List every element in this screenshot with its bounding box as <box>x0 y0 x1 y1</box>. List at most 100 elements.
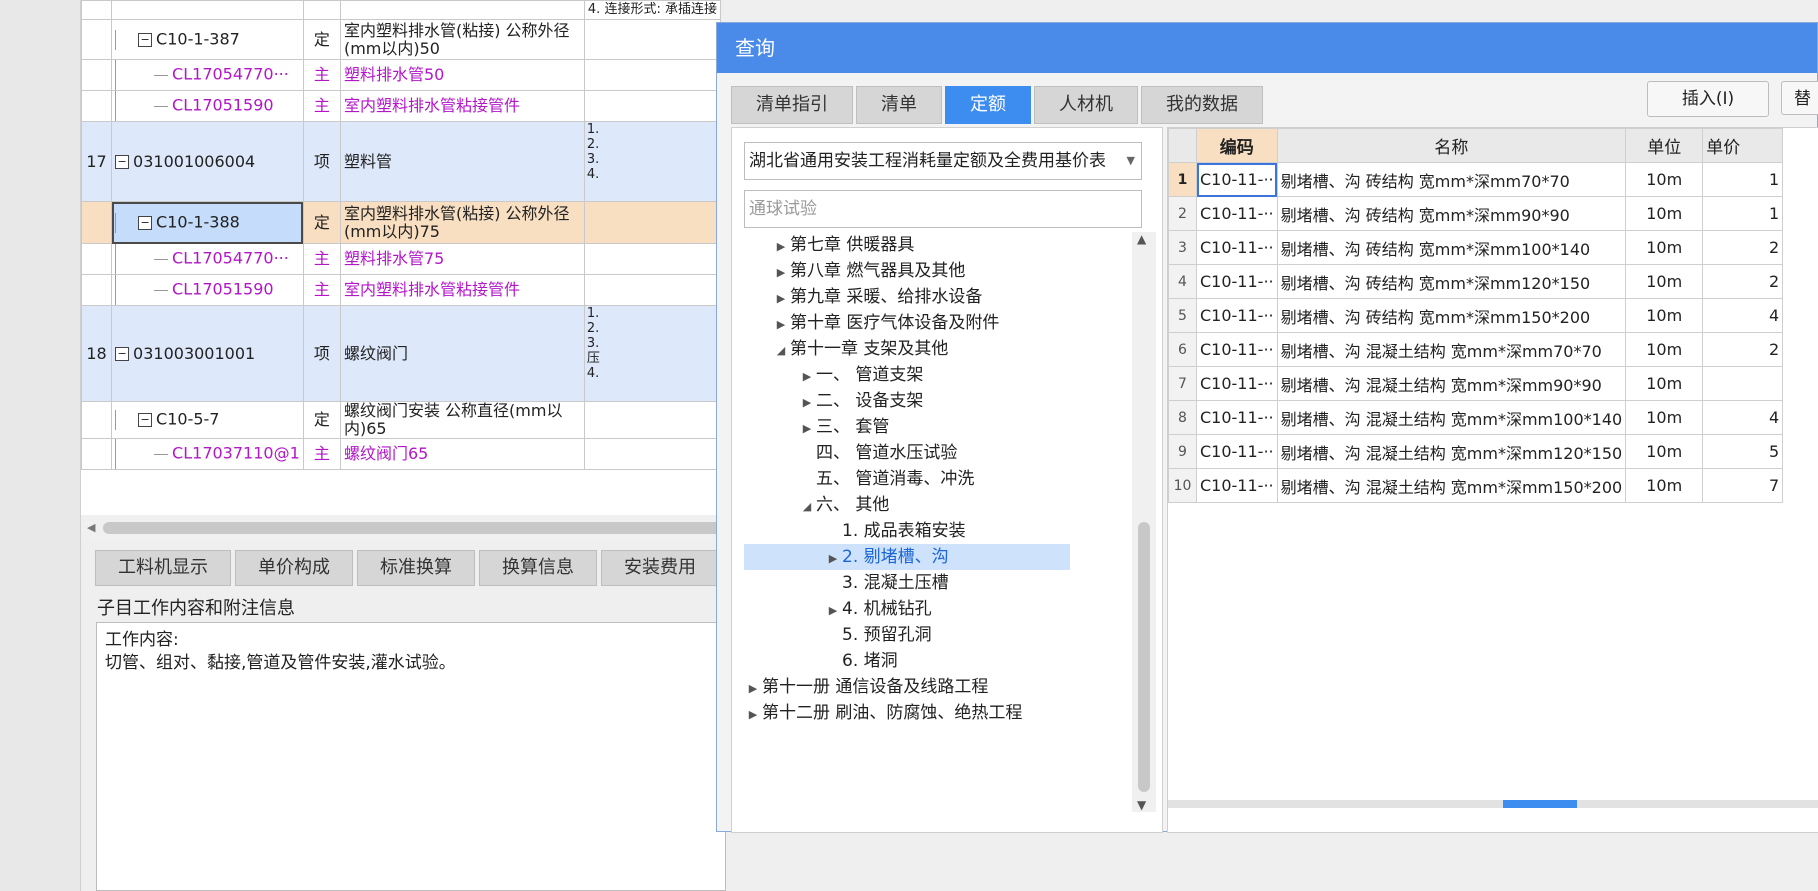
column-header-price[interactable]: 单价 <box>1702 128 1784 163</box>
result-name[interactable]: 剔堵槽、沟 砖结构 宽mm*深mm150*200 <box>1276 298 1627 333</box>
results-horizontal-scrollbar[interactable] <box>1168 800 1818 808</box>
dialog-tab[interactable]: 定额 <box>945 86 1031 124</box>
bottom-tab[interactable]: 单价构成 <box>235 550 353 586</box>
scroll-up-icon[interactable]: ▲ <box>1137 232 1146 246</box>
row-code-cell[interactable]: −031003001001 <box>111 305 304 402</box>
collapse-arrow-icon[interactable]: ◢ <box>772 338 790 364</box>
expand-arrow-icon[interactable]: ▶ <box>798 416 816 442</box>
chevron-down-icon[interactable]: ▼ <box>1122 143 1135 179</box>
table-row[interactable]: CL17051590 主室内塑料排水管粘接管件 <box>81 274 721 306</box>
row-code-cell[interactable]: CL17051590 <box>111 274 304 306</box>
row-code-cell[interactable]: −031001006004 <box>111 121 304 202</box>
result-code[interactable]: C10-11-·· <box>1196 434 1278 469</box>
tree-node[interactable]: 3. 混凝土压槽 <box>744 570 1070 596</box>
tree-node[interactable]: 五、 管道消毒、冲洗 <box>744 466 1070 492</box>
work-content-box[interactable]: 工作内容: 切管、组对、黏接,管道及管件安装,灌水试验。 <box>96 622 726 891</box>
table-row[interactable]: − C10-1-388 定室内塑料排水管(粘接) 公称外径 (mm以内)75 <box>81 201 721 244</box>
bottom-tab[interactable]: 标准换算 <box>357 550 475 586</box>
result-code[interactable]: C10-11-·· <box>1196 468 1278 503</box>
result-row[interactable]: 7 C10-11-·· 剔堵槽、沟 混凝土结构 宽mm*深mm90*90 10m <box>1168 366 1784 401</box>
collapse-icon[interactable]: − <box>138 413 153 427</box>
expand-arrow-icon[interactable]: ▶ <box>772 286 790 312</box>
column-header-code[interactable]: 编码 <box>1196 128 1278 163</box>
result-name[interactable]: 剔堵槽、沟 砖结构 宽mm*深mm90*90 <box>1276 196 1627 231</box>
scrollbar-thumb[interactable] <box>1503 800 1577 808</box>
grid-horizontal-scrollbar[interactable]: ◀ <box>81 515 723 541</box>
result-code[interactable]: C10-11-·· <box>1196 298 1278 333</box>
insert-button[interactable]: 插入(I) <box>1647 81 1769 117</box>
dialog-tab[interactable]: 人材机 <box>1034 86 1138 124</box>
table-row[interactable]: − C10-1-387 定室内塑料排水管(粘接) 公称外径 (mm以内)50 <box>81 19 721 60</box>
expand-arrow-icon[interactable]: ▶ <box>824 598 842 624</box>
table-row[interactable]: CL17037110@1 主螺纹阀门65 <box>81 438 721 470</box>
tree-vertical-scrollbar[interactable]: ▲ ▼ <box>1132 232 1156 812</box>
result-code[interactable]: C10-11-·· <box>1196 264 1278 299</box>
tree-node[interactable]: ▶ 一、 管道支架 <box>744 362 1070 388</box>
bottom-tab[interactable]: 换算信息 <box>479 550 597 586</box>
table-row[interactable]: 18−031003001001 项螺纹阀门 1. 2. 3. 压 4. <box>81 305 721 402</box>
tree-node[interactable]: 1. 成品表箱安装 <box>744 518 1070 544</box>
result-row[interactable]: 6 C10-11-·· 剔堵槽、沟 混凝土结构 宽mm*深mm70*70 10m 2 <box>1168 332 1784 367</box>
row-name[interactable]: 室内塑料排水管粘接管件 <box>339 274 585 306</box>
table-row[interactable]: CL17054770··· 主塑料排水管50 <box>81 59 721 91</box>
row-code-cell[interactable]: − C10-1-388 <box>111 201 304 244</box>
row-code-cell[interactable]: − C10-5-7 <box>111 401 304 439</box>
scroll-down-icon[interactable]: ▼ <box>1137 798 1146 812</box>
result-row[interactable]: 10 C10-11-·· 剔堵槽、沟 混凝土结构 宽mm*深mm150*200 10m… <box>1168 468 1784 503</box>
tree-node[interactable]: 四、 管道水压试验 <box>744 440 1070 466</box>
dialog-tab[interactable]: 我的数据 <box>1141 86 1263 124</box>
table-row[interactable]: CL17054770··· 主塑料排水管75 <box>81 243 721 275</box>
dialog-title[interactable]: 查询 <box>717 23 1817 73</box>
row-name[interactable]: 室内塑料排水管(粘接) 公称外径 (mm以内)50 <box>339 19 585 60</box>
row-name[interactable]: 螺纹阀门 <box>339 305 585 402</box>
result-name[interactable]: 剔堵槽、沟 砖结构 宽mm*深mm120*150 <box>1276 264 1627 299</box>
table-row[interactable]: 17−031001006004 项塑料管 1. 2. 3. 4. <box>81 121 721 202</box>
expand-arrow-icon[interactable]: ▶ <box>798 390 816 416</box>
result-row[interactable]: 2 C10-11-·· 剔堵槽、沟 砖结构 宽mm*深mm90*90 10m 1 <box>1168 196 1784 231</box>
tree-node[interactable]: ▶ 第十二册 刷油、防腐蚀、绝热工程 <box>744 700 1070 726</box>
expand-arrow-icon[interactable]: ▶ <box>772 312 790 338</box>
result-name[interactable]: 剔堵槽、沟 砖结构 宽mm*深mm70*70 <box>1276 162 1627 197</box>
row-code-cell[interactable]: CL17037110@1 <box>111 438 304 470</box>
column-header-unit[interactable]: 单位 <box>1625 128 1704 163</box>
expand-arrow-icon[interactable]: ▶ <box>772 234 790 260</box>
dialog-tab[interactable]: 清单 <box>856 86 942 124</box>
table-row[interactable]: − C10-5-7 定螺纹阀门安装 公称直径(mm以内)65 <box>81 401 721 439</box>
result-code[interactable]: C10-11-·· <box>1196 332 1278 367</box>
row-code-cell[interactable]: − C10-1-387 <box>111 19 304 60</box>
expand-arrow-icon[interactable]: ▶ <box>744 702 762 728</box>
tree-node[interactable]: 6. 堵洞 <box>744 648 1070 674</box>
expand-arrow-icon[interactable]: ▶ <box>744 676 762 702</box>
search-input[interactable] <box>744 190 1142 228</box>
collapse-arrow-icon[interactable]: ◢ <box>798 494 816 520</box>
tree-node[interactable]: ◢ 第十一章 支架及其他 <box>744 336 1070 362</box>
result-name[interactable]: 剔堵槽、沟 砖结构 宽mm*深mm100*140 <box>1276 230 1627 265</box>
row-code-cell[interactable]: CL17054770··· <box>111 243 304 275</box>
collapse-icon[interactable]: − <box>138 32 153 47</box>
collapse-icon[interactable]: − <box>115 347 130 361</box>
result-row[interactable]: 3 C10-11-·· 剔堵槽、沟 砖结构 宽mm*深mm100*140 10m 2 <box>1168 230 1784 265</box>
row-name[interactable]: 室内塑料排水管粘接管件 <box>339 90 585 122</box>
scroll-left-icon[interactable]: ◀ <box>87 521 95 534</box>
scrollbar-thumb[interactable] <box>1138 522 1150 792</box>
tree-node[interactable]: ▶ 第八章 燃气器具及其他 <box>744 258 1070 284</box>
result-code[interactable]: C10-11-·· <box>1196 162 1278 197</box>
result-code[interactable]: C10-11-·· <box>1196 230 1278 265</box>
row-name[interactable]: 螺纹阀门65 <box>339 438 585 470</box>
result-code[interactable]: C10-11-·· <box>1196 400 1278 435</box>
tree-node[interactable]: 5. 预留孔洞 <box>744 622 1070 648</box>
expand-arrow-icon[interactable]: ▶ <box>772 260 790 286</box>
expand-arrow-icon[interactable]: ▶ <box>798 364 816 390</box>
tree-node[interactable]: ▶ 第十章 医疗气体设备及附件 <box>744 310 1070 336</box>
result-name[interactable]: 剔堵槽、沟 混凝土结构 宽mm*深mm150*200 <box>1276 468 1627 503</box>
tree-node[interactable]: ▶ 4. 机械钻孔 <box>744 596 1070 622</box>
bottom-tab[interactable]: 工料机显示 <box>95 550 231 586</box>
bottom-tab[interactable]: 安装费用 <box>601 550 719 586</box>
result-row[interactable]: 8 C10-11-·· 剔堵槽、沟 混凝土结构 宽mm*深mm100*140 10m 4 <box>1168 400 1784 435</box>
collapse-icon[interactable]: − <box>115 155 130 169</box>
result-code[interactable]: C10-11-·· <box>1196 196 1278 231</box>
row-code-cell[interactable]: CL17051590 <box>111 90 304 122</box>
tree-node[interactable]: ▶ 第七章 供暖器具 <box>744 232 1070 258</box>
row-name[interactable]: 塑料管 <box>339 121 585 202</box>
tree-node[interactable]: ▶ 三、 套管 <box>744 414 1070 440</box>
